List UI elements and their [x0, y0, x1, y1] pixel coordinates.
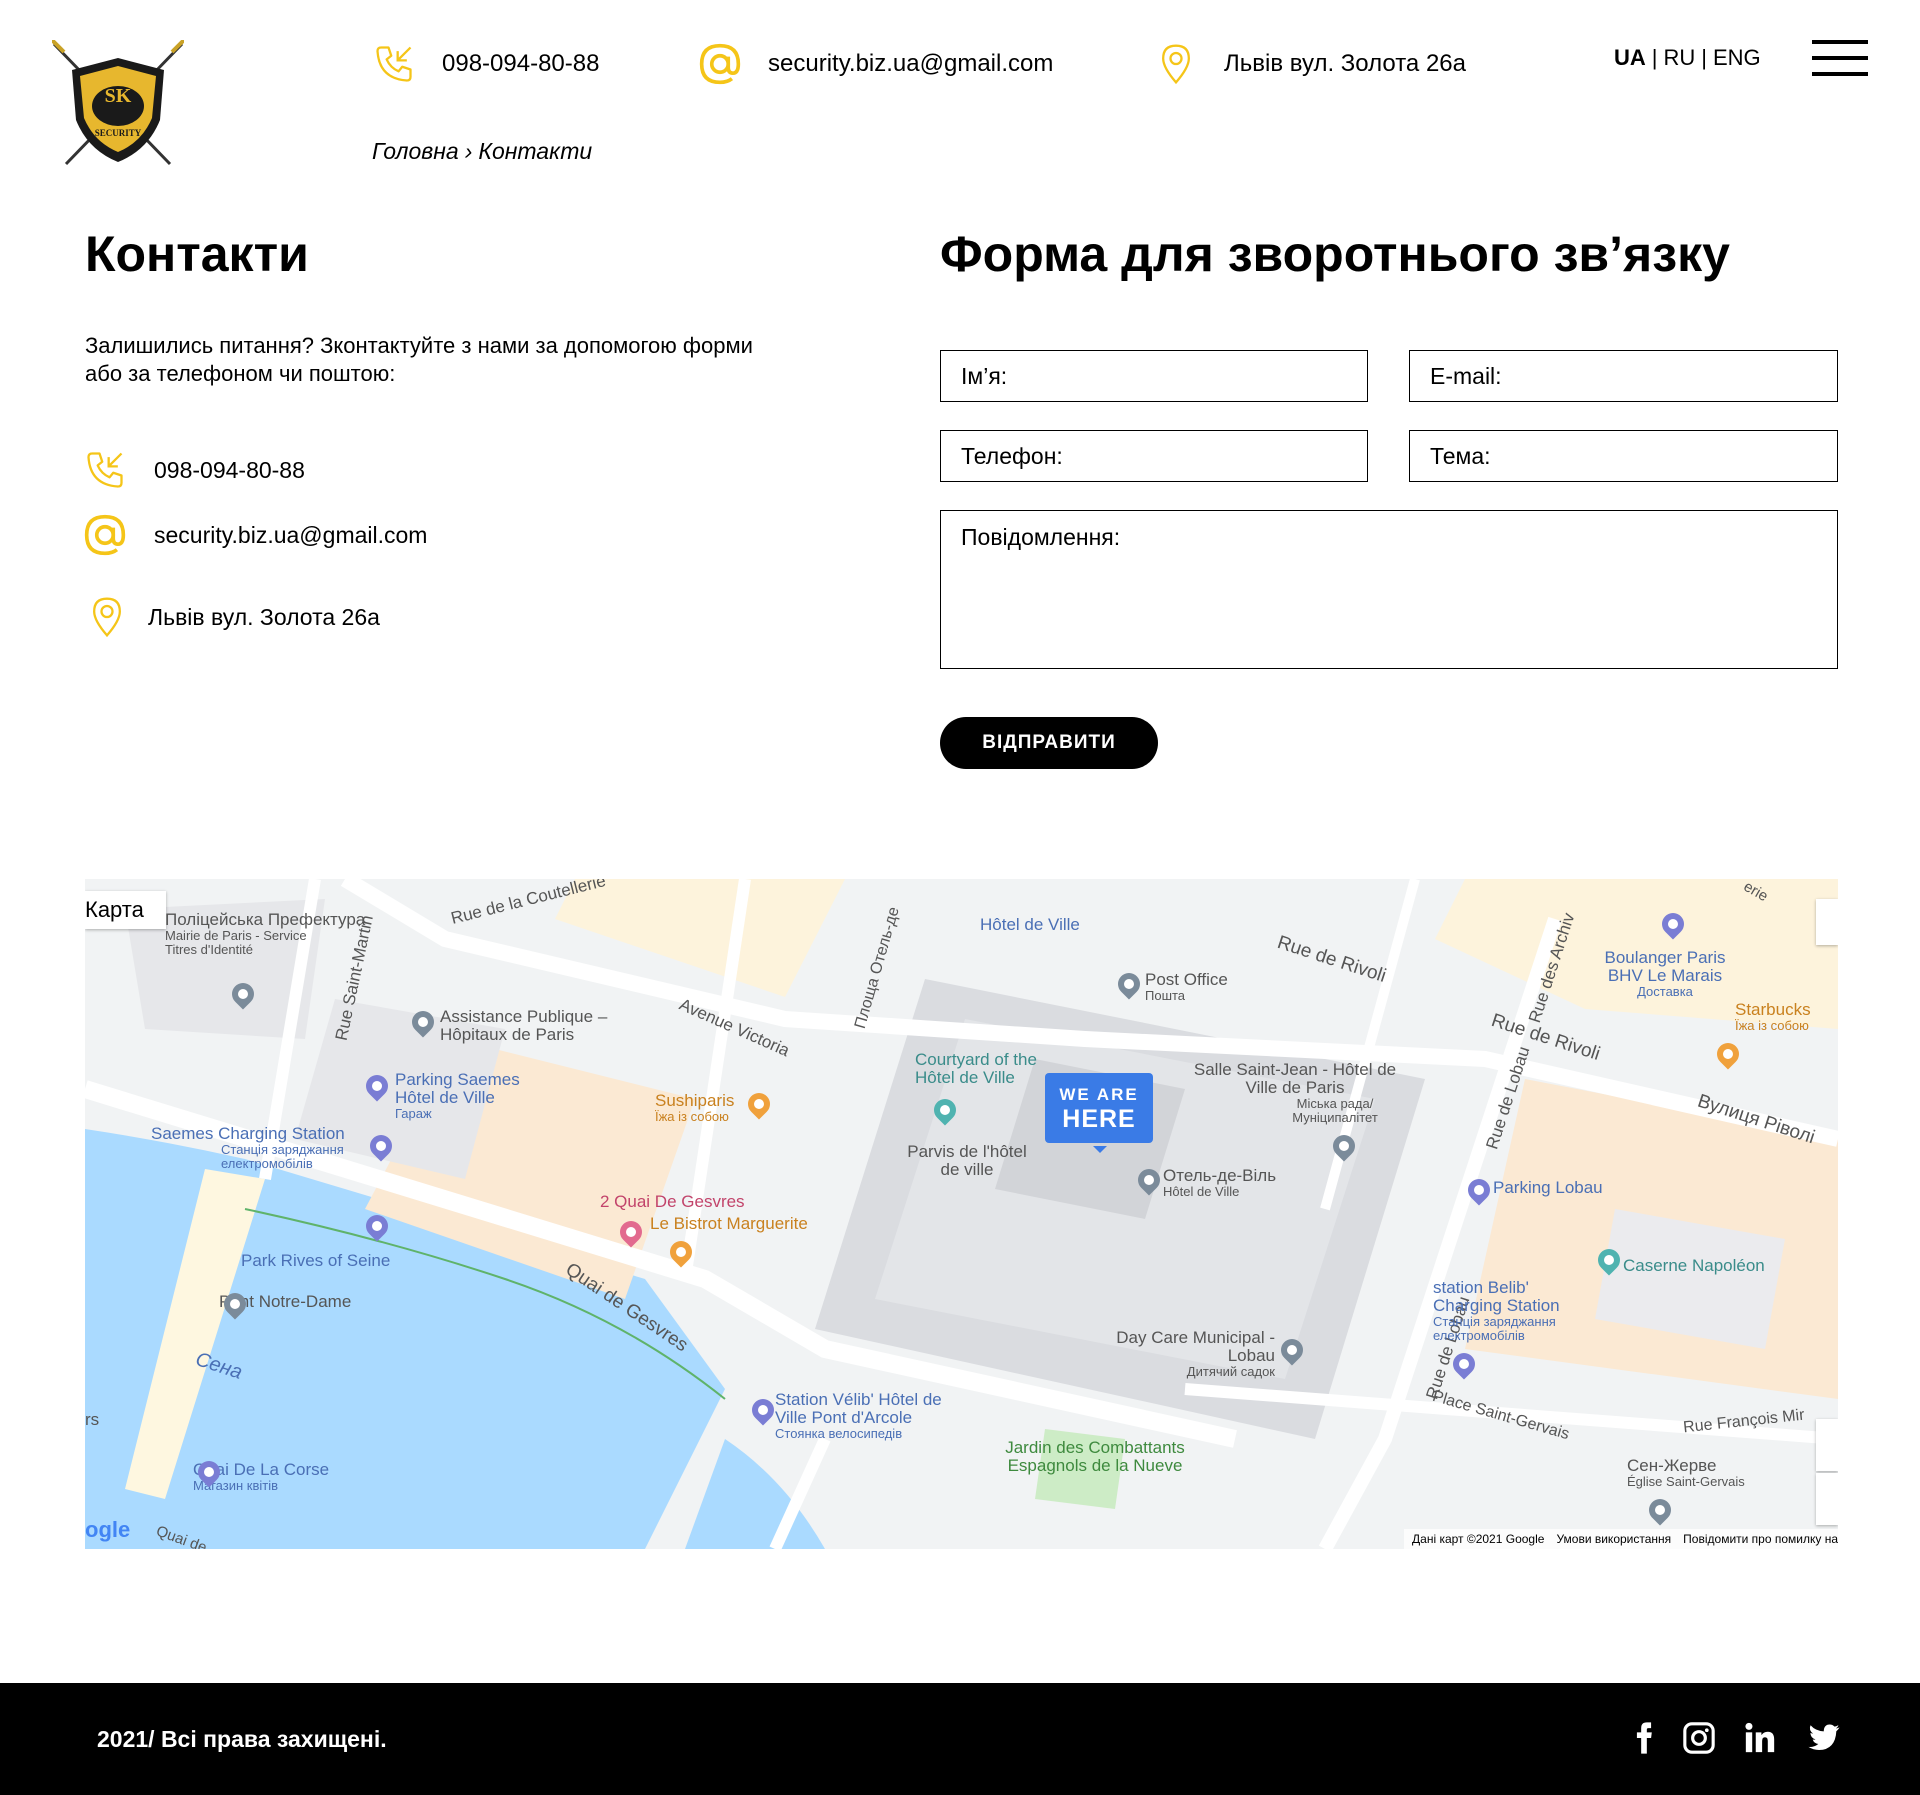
marker-line2: HERE: [1062, 1105, 1136, 1133]
location-icon: [1152, 40, 1200, 88]
marker-line1: WE ARE: [1059, 1085, 1139, 1104]
topic-field[interactable]: Тема:: [1409, 430, 1838, 482]
message-placeholder: Повідомлення:: [961, 524, 1121, 550]
facebook-icon[interactable]: [1624, 1718, 1664, 1758]
phone-placeholder: Телефон:: [961, 442, 1063, 469]
map-type-tab[interactable]: Карта: [85, 891, 166, 929]
map-label: Поліцейська Префектура Mairie de Paris - …: [165, 910, 366, 957]
location-marker[interactable]: WE ARE HERE: [1045, 1073, 1153, 1153]
map-data-text: Дані карт ©2021 Google: [1412, 1532, 1545, 1546]
linkedin-icon[interactable]: [1740, 1718, 1780, 1758]
phone-icon: [370, 40, 418, 88]
header-email[interactable]: security.biz.ua@gmail.com: [696, 40, 1053, 88]
map-label: Отель-де-Віль Hôtel de Ville: [1163, 1166, 1277, 1199]
footer: 2021/ Всі права захищені.: [0, 1683, 1920, 1795]
breadcrumb-separator: ›: [464, 138, 473, 164]
location-icon: [84, 594, 130, 640]
breadcrumb-current: Контакти: [478, 138, 593, 164]
twitter-icon[interactable]: [1804, 1718, 1844, 1758]
form-title: Форма для зворотнього зв’язку: [940, 226, 1730, 282]
map-label: Сен-Жерве Église Saint-Gervais: [1627, 1456, 1745, 1489]
map-label: Jardin des Combattants Espagnols de la N…: [1005, 1438, 1185, 1475]
logo[interactable]: SK SECURITY: [50, 38, 186, 168]
lang-separator: |: [1651, 45, 1658, 70]
fullscreen-button[interactable]: [1816, 899, 1838, 945]
message-field[interactable]: Повідомлення:: [940, 510, 1838, 669]
email-placeholder: E-mail:: [1430, 362, 1502, 389]
map-label: Courtyard of the Hôtel de Ville: [915, 1050, 1037, 1087]
contact-email[interactable]: security.biz.ua@gmail.com: [82, 512, 427, 558]
topic-placeholder: Тема:: [1430, 442, 1491, 469]
breadcrumb: Головна › Контакти: [372, 138, 592, 165]
header-address[interactable]: Львів вул. Золота 26а: [1152, 40, 1466, 88]
map-label: Salle Saint-Jean - Hôtel de Ville de Par…: [1193, 1060, 1397, 1125]
breadcrumb-home[interactable]: Головна: [372, 138, 459, 165]
page-title: Контакти: [85, 226, 309, 282]
lang-eng[interactable]: ENG: [1713, 45, 1761, 71]
lang-ua[interactable]: UA: [1614, 45, 1646, 71]
map-label: Le Bistrot Marguerite: [650, 1214, 808, 1233]
map-label: Caserne Napoléon: [1623, 1256, 1765, 1275]
contact-phone-text: 098-094-80-88: [154, 456, 305, 483]
logo-subtext: SECURITY: [95, 128, 142, 138]
name-placeholder: Ім’я:: [961, 362, 1008, 389]
header-phone-text: 098-094-80-88: [442, 50, 600, 77]
map-label: Station Vélib' Hôtel de Ville Pont d'Arc…: [775, 1390, 942, 1441]
header-phone[interactable]: 098-094-80-88: [370, 40, 599, 88]
submit-button[interactable]: ВІДПРАВИТИ: [940, 717, 1158, 769]
map[interactable]: Карта Поліцейська Префектура Mairie de Pa…: [85, 879, 1838, 1549]
zoom-in-button[interactable]: [1816, 1419, 1838, 1471]
map-label: rs: [85, 1410, 100, 1429]
header-address-text: Львів вул. Золота 26а: [1224, 50, 1466, 77]
logo-text: SK: [105, 85, 132, 107]
phone-icon: [82, 447, 128, 493]
lang-ru[interactable]: RU: [1664, 45, 1696, 71]
language-switcher: UA | RU | ENG: [1614, 45, 1761, 71]
map-label: Day Care Municipal - Lobau Дитячий садок: [1116, 1328, 1275, 1379]
map-label: Parvis de l'hôtel de ville: [907, 1142, 1027, 1179]
map-label: Sushiparis Їжа із собою: [655, 1091, 735, 1124]
map-label: Starbucks Їжа із собою: [1735, 1000, 1811, 1033]
map-label: Boulanger Paris BHV Le Marais Доставка: [1604, 948, 1726, 999]
map-label: 2 Quai De Gesvres: [600, 1192, 745, 1211]
email-field[interactable]: E-mail:: [1409, 350, 1838, 402]
map-label: Parking Saemes Hôtel de Ville Гараж: [395, 1070, 520, 1121]
map-label: Hôtel de Ville: [980, 915, 1080, 934]
copyright: 2021/ Всі права захищені.: [97, 1726, 387, 1752]
map-label: Park Rives of Seine: [241, 1251, 391, 1270]
map-attribution: Дані карт ©2021 Google Умови використанн…: [1404, 1529, 1838, 1549]
menu-icon[interactable]: [1812, 40, 1868, 80]
zoom-out-button[interactable]: [1816, 1473, 1838, 1525]
map-report-link[interactable]: Повідомити про помилку на: [1683, 1532, 1838, 1546]
phone-field[interactable]: Телефон:: [940, 430, 1368, 482]
google-logo: ogle: [85, 1517, 131, 1542]
map-label: station Belib' Charging Station Станція з…: [1433, 1278, 1560, 1343]
map-label: Parking Lobau: [1493, 1178, 1603, 1197]
contact-phone[interactable]: 098-094-80-88: [82, 447, 305, 493]
contact-address-text: Львів вул. Золота 26а: [148, 603, 380, 630]
header-email-text: security.biz.ua@gmail.com: [768, 50, 1054, 77]
instagram-icon[interactable]: [1679, 1718, 1719, 1758]
name-field[interactable]: Ім’я:: [940, 350, 1368, 402]
contacts-intro: Залишились питання? Зконтактуйте з нами …: [85, 333, 753, 386]
map-label: Saemes Charging Station Станція заряджанн…: [151, 1124, 345, 1171]
at-icon: [82, 512, 128, 558]
at-icon: [696, 40, 744, 88]
contact-email-text: security.biz.ua@gmail.com: [154, 521, 428, 548]
map-label: Assistance Publique – Hôpitaux de Paris: [440, 1007, 608, 1044]
map-label: Post Office Пошта: [1145, 970, 1228, 1003]
map-terms-link[interactable]: Умови використання: [1556, 1532, 1671, 1546]
lang-separator: |: [1701, 45, 1707, 70]
contact-address: Львів вул. Золота 26а: [84, 594, 380, 640]
